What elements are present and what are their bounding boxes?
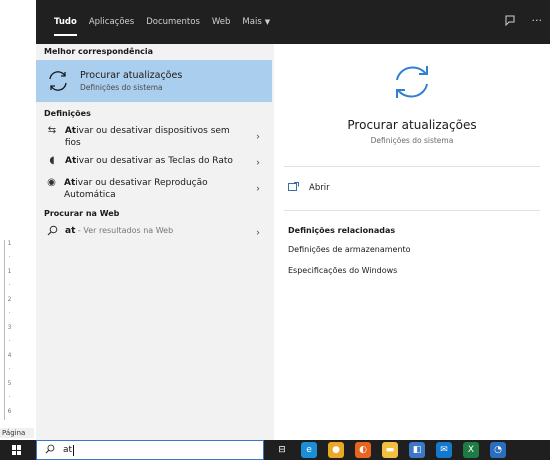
related-heading: Definições relacionadas xyxy=(288,226,396,235)
network-icon: ⇆ xyxy=(47,125,57,136)
item-text: ivar ou desativar Reprodução Automática xyxy=(64,178,208,200)
related-link-specs[interactable]: Especificações do Windows xyxy=(288,266,411,275)
windows-start-icon[interactable] xyxy=(12,445,22,455)
edge-icon[interactable]: e xyxy=(301,442,317,458)
ruler-mark: 1 xyxy=(7,240,12,247)
ruler-mark: 2 xyxy=(7,296,12,303)
text-cursor xyxy=(73,444,75,456)
tab-web[interactable]: Web xyxy=(212,0,231,44)
page-status-label: Página xyxy=(0,428,34,438)
open-icon xyxy=(288,182,299,194)
settings-item-wireless[interactable]: ⇆ Ativar ou desativar dispositivos sem f… xyxy=(36,122,272,152)
ruler-mark: · xyxy=(8,310,11,317)
ruler-mark: · xyxy=(8,254,11,261)
item-text: ivar ou desativar dispositivos sem fios xyxy=(64,126,230,148)
query-text: at xyxy=(65,226,76,236)
chevron-down-icon: ▼ xyxy=(264,18,271,26)
preview-pane: Procurar atualizações Definições do sist… xyxy=(274,44,550,440)
tab-mais[interactable]: Mais ▼ xyxy=(242,0,270,44)
divider xyxy=(284,210,540,211)
web-search-label: at - Ver resultados na Web xyxy=(65,225,173,237)
ruler-mark: 1 xyxy=(7,268,12,275)
preview-title: Procurar atualizações xyxy=(347,118,477,132)
search-panel: Tudo Aplicações Documentos Web Mais ▼ ···… xyxy=(36,0,550,440)
tab-label: Tudo xyxy=(54,17,77,27)
ruler-mark: 3 xyxy=(7,324,12,331)
chrome-icon[interactable]: ● xyxy=(328,442,344,458)
chevron-right-icon[interactable]: › xyxy=(256,184,260,195)
mail-icon[interactable]: ✉ xyxy=(436,442,452,458)
ruler-mark: 5 xyxy=(7,380,12,387)
open-action[interactable]: Abrir xyxy=(288,182,330,194)
store-icon[interactable]: ◧ xyxy=(409,442,425,458)
sync-icon xyxy=(396,66,428,98)
divider xyxy=(284,166,540,167)
ruler-mark: · xyxy=(8,394,11,401)
chevron-right-icon[interactable]: › xyxy=(256,228,260,239)
best-match-title: Procurar atualizações xyxy=(80,70,183,81)
match-highlight: At xyxy=(65,156,77,166)
ruler-mark: 6 xyxy=(7,408,12,415)
best-match-subtitle: Definições do sistema xyxy=(80,83,163,92)
match-highlight: At xyxy=(64,178,76,188)
outlook-icon[interactable]: ◔ xyxy=(490,442,506,458)
best-match-item[interactable]: Procurar atualizações Definições do sist… xyxy=(36,60,272,102)
ruler-mark: · xyxy=(8,282,11,289)
ruler-mark: · xyxy=(8,366,11,373)
search-icon xyxy=(46,225,58,240)
settings-item-label: Ativar ou desativar Reprodução Automátic… xyxy=(64,177,246,201)
taskbar: at ⊟ e ● ◐ ▬ ◧ ✉ X ◔ xyxy=(0,440,550,460)
pinned-apps: ⊟ e ● ◐ ▬ ◧ ✉ X ◔ xyxy=(274,442,517,458)
search-scope-bar: Tudo Aplicações Documentos Web Mais ▼ ··· xyxy=(36,0,550,44)
feedback-icon[interactable] xyxy=(504,14,516,29)
mouse-icon: ◖ xyxy=(49,155,55,166)
chevron-right-icon[interactable]: › xyxy=(256,132,260,143)
sync-icon xyxy=(49,71,67,91)
background-word-window: 1 · 1 · 2 · 3 · 4 · 5 · 6 Página xyxy=(0,0,36,440)
open-label: Abrir xyxy=(309,183,330,193)
firefox-icon[interactable]: ◐ xyxy=(355,442,371,458)
tab-label: Documentos xyxy=(146,17,200,27)
best-match-heading: Melhor correspondência xyxy=(44,47,154,56)
web-heading: Procurar na Web xyxy=(44,209,120,218)
ruler-mark: · xyxy=(8,338,11,345)
task-view-icon[interactable]: ⊟ xyxy=(274,442,290,458)
settings-item-label: Ativar ou desativar dispositivos sem fio… xyxy=(65,125,246,149)
tab-label: Mais xyxy=(242,17,262,27)
more-icon[interactable]: ··· xyxy=(532,14,543,29)
match-highlight: At xyxy=(64,126,77,136)
topbar-actions: ··· xyxy=(504,14,543,29)
preview-subtitle: Definições do sistema xyxy=(370,136,454,145)
excel-icon[interactable]: X xyxy=(463,442,479,458)
search-input[interactable]: at xyxy=(36,440,264,460)
tab-label: Web xyxy=(211,17,231,27)
item-text: ivar ou desativar as Teclas do Rato xyxy=(76,156,233,166)
ruler-mark: 4 xyxy=(7,352,12,359)
tab-tudo[interactable]: Tudo xyxy=(54,0,77,44)
vertical-ruler: 1 · 1 · 2 · 3 · 4 · 5 · 6 xyxy=(4,240,14,420)
related-link-storage[interactable]: Definições de armazenamento xyxy=(288,245,411,254)
settings-item-label: Ativar ou desativar as Teclas do Rato xyxy=(65,155,233,167)
related-settings: Definições relacionadas Definições de ar… xyxy=(288,226,411,287)
settings-item-autoplay[interactable]: ◉ Ativar ou desativar Reprodução Automát… xyxy=(36,174,272,204)
settings-item-mouse-keys[interactable]: ◖ Ativar ou desativar as Teclas do Rato … xyxy=(36,152,272,174)
scope-tabs: Tudo Aplicações Documentos Web Mais ▼ xyxy=(54,0,282,44)
file-explorer-icon[interactable]: ▬ xyxy=(382,442,398,458)
tab-aplicacoes[interactable]: Aplicações xyxy=(89,0,134,44)
chevron-right-icon[interactable]: › xyxy=(256,158,260,169)
tab-label: Aplicações xyxy=(88,17,135,27)
settings-heading: Definições xyxy=(44,109,91,118)
tab-documentos[interactable]: Documentos xyxy=(146,0,200,44)
search-input-value: at xyxy=(63,445,73,455)
results-list: Melhor correspondência Procurar atualiza… xyxy=(36,44,272,440)
autoplay-icon: ◉ xyxy=(47,177,56,188)
web-search-item[interactable]: at - Ver resultados na Web › xyxy=(36,222,272,244)
web-results-hint: - Ver resultados na Web xyxy=(75,226,174,235)
preview-header: Procurar atualizações Definições do sist… xyxy=(274,44,550,148)
search-icon xyxy=(45,444,55,457)
